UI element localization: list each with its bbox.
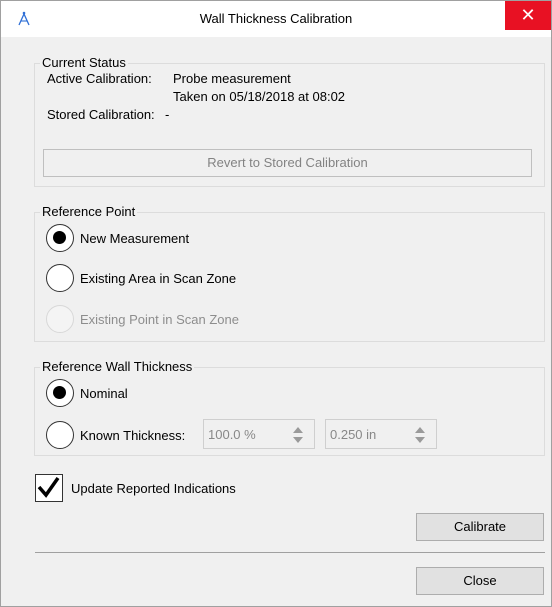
reference-point-legend: Reference Point <box>40 204 138 219</box>
known-thickness-label: Known Thickness: <box>80 428 186 443</box>
percent-spinbox[interactable]: 100.0 % <box>203 419 315 449</box>
nominal-radio[interactable] <box>46 379 74 407</box>
inch-spinbox[interactable]: 0.250 in <box>325 419 437 449</box>
active-calibration-value: Probe measurement <box>173 71 291 86</box>
revert-calibration-button[interactable]: Revert to Stored Calibration <box>43 149 532 177</box>
close-window-button[interactable]: ✕ <box>505 1 551 30</box>
dialog-window: Wall Thickness Calibration ✕ Current Sta… <box>0 0 552 607</box>
existing-area-label: Existing Area in Scan Zone <box>80 271 237 286</box>
spin-arrows-icon[interactable] <box>414 425 426 445</box>
existing-area-radio[interactable] <box>46 264 74 292</box>
close-button[interactable]: Close <box>416 567 544 595</box>
new-measurement-label: New Measurement <box>80 231 190 246</box>
new-measurement-radio[interactable] <box>46 224 74 252</box>
update-indications-label: Update Reported Indications <box>71 481 236 496</box>
title-bar: Wall Thickness Calibration ✕ <box>1 1 551 37</box>
existing-point-label: Existing Point in Scan Zone <box>80 312 239 327</box>
spin-arrows-icon[interactable] <box>292 425 304 445</box>
known-thickness-radio[interactable] <box>46 421 74 449</box>
percent-value: 100.0 % <box>208 427 256 442</box>
existing-point-radio[interactable] <box>46 305 74 333</box>
update-indications-checkbox[interactable] <box>35 474 63 502</box>
stored-calibration-label: Stored Calibration: <box>47 107 155 122</box>
nominal-label: Nominal <box>80 386 128 401</box>
window-title: Wall Thickness Calibration <box>199 11 353 26</box>
checkmark-icon <box>37 476 60 498</box>
active-calibration-label: Active Calibration: <box>47 71 152 86</box>
separator <box>35 552 545 553</box>
active-calibration-detail: Taken on 05/18/2018 at 08:02 <box>173 89 346 104</box>
current-status-legend: Current Status <box>40 55 128 70</box>
calibrate-button[interactable]: Calibrate <box>416 513 544 541</box>
close-icon: ✕ <box>520 5 536 25</box>
inch-value: 0.250 in <box>330 427 377 442</box>
stored-calibration-value: - <box>165 107 170 122</box>
wall-thickness-legend: Reference Wall Thickness <box>40 359 195 374</box>
